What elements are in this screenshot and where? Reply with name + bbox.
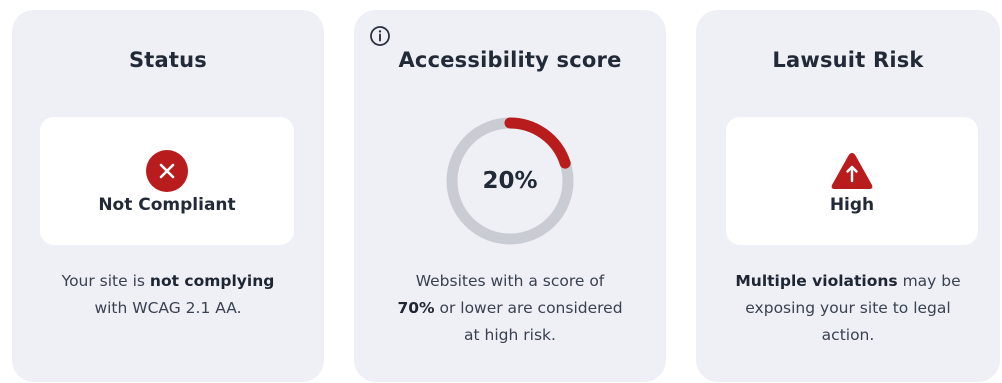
risk-desc-line3: action. [821, 326, 875, 344]
risk-desc-line2: exposing your site to legal [745, 299, 951, 317]
score-desc-line2: or lower are considered [434, 299, 623, 317]
risk-badge-box: High [726, 117, 978, 245]
risk-desc-line1: may be [897, 272, 961, 290]
status-badge-box: Not Compliant [40, 117, 294, 245]
warning-triangle-arrow-up-icon [829, 150, 875, 192]
lawsuit-risk-card: Lawsuit Risk High Multiple violations ma… [696, 10, 1000, 382]
accessibility-score-card: Accessibility score 20% Websites with a … [354, 10, 666, 382]
status-desc-prefix: Your site is [61, 272, 150, 290]
status-description: Your site is not complying with WCAG 2.1… [12, 268, 324, 322]
accessibility-score-title: Accessibility score [398, 48, 622, 72]
status-badge-label: Not Compliant [98, 195, 236, 215]
score-desc-line3: at high risk. [464, 326, 556, 344]
risk-badge-label: High [829, 195, 875, 215]
status-card: Status Not Compliant Your site is not co… [12, 10, 324, 382]
x-circle-icon [146, 150, 188, 192]
score-desc-bold: 70% [397, 299, 435, 317]
info-icon[interactable] [369, 25, 391, 47]
status-title: Status [128, 48, 208, 72]
score-value: 20% [482, 168, 538, 194]
score-desc-line1: Websites with a score of [415, 272, 605, 290]
risk-description: Multiple violations may be exposing your… [696, 268, 1000, 349]
score-description: Websites with a score of 70% or lower ar… [354, 268, 666, 349]
lawsuit-risk-title: Lawsuit Risk [772, 48, 924, 72]
status-desc-suffix: with WCAG 2.1 AA. [94, 299, 242, 317]
risk-desc-bold: Multiple violations [735, 272, 898, 290]
status-desc-bold: not complying [149, 272, 275, 290]
